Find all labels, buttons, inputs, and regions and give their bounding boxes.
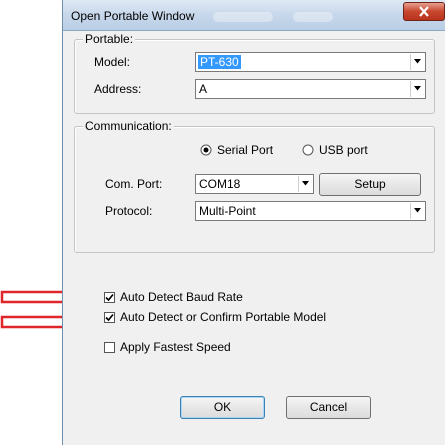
auto-detect-portable-model-label[interactable]: Auto Detect or Confirm Portable Model: [120, 310, 326, 324]
com-port-label: Com. Port:: [105, 177, 163, 191]
protocol-select[interactable]: Multi-Point: [195, 201, 426, 221]
setup-button[interactable]: Setup: [319, 173, 421, 196]
chevron-down-icon[interactable]: [298, 176, 312, 192]
apply-fastest-speed-label[interactable]: Apply Fastest Speed: [120, 340, 231, 354]
title-bar[interactable]: Open Portable Window: [63, 0, 445, 31]
close-button[interactable]: [403, 2, 445, 21]
serial-port-label[interactable]: Serial Port: [217, 143, 273, 157]
ok-button[interactable]: OK: [180, 396, 265, 419]
window-title: Open Portable Window: [71, 9, 195, 23]
auto-detect-portable-model-checkbox[interactable]: [104, 312, 115, 323]
titlebar-decoration: [293, 12, 333, 22]
address-select[interactable]: A: [195, 79, 426, 99]
apply-fastest-speed-checkbox[interactable]: [104, 342, 115, 353]
com-port-select[interactable]: COM18: [195, 174, 314, 194]
com-port-value: COM18: [199, 177, 241, 191]
portable-group: Portable: Model: PT-630 Address: A: [74, 32, 435, 114]
protocol-label: Protocol:: [105, 204, 153, 218]
usb-port-radio[interactable]: [302, 144, 314, 156]
open-portable-window: Open Portable Window Portable: Model: PT…: [62, 0, 445, 445]
chevron-down-icon[interactable]: [410, 54, 424, 70]
address-label: Address:: [94, 82, 142, 96]
close-icon: [419, 6, 429, 17]
chevron-down-icon[interactable]: [410, 81, 424, 97]
communication-group-label: Communication:: [83, 119, 174, 133]
auto-detect-baud-rate-checkbox[interactable]: [104, 292, 115, 303]
checkmark-icon: [105, 313, 114, 322]
protocol-value: Multi-Point: [199, 204, 256, 218]
auto-detect-baud-rate-label[interactable]: Auto Detect Baud Rate: [120, 290, 243, 304]
model-label: Model:: [94, 55, 131, 69]
model-select[interactable]: PT-630: [195, 52, 426, 72]
address-value: A: [199, 82, 208, 96]
titlebar-decoration: [213, 12, 273, 22]
chevron-down-icon[interactable]: [410, 203, 424, 219]
usb-port-label[interactable]: USB port: [319, 143, 368, 157]
portable-group-label: Portable:: [83, 32, 136, 46]
cancel-button[interactable]: Cancel: [286, 396, 371, 419]
communication-group: Communication: Serial Port USB port Com.…: [74, 119, 435, 253]
dialog-body: Portable: Model: PT-630 Address: A Commu…: [63, 31, 445, 445]
checkmark-icon: [105, 293, 114, 302]
model-value: PT-630: [198, 55, 241, 69]
serial-port-radio[interactable]: [200, 144, 212, 156]
